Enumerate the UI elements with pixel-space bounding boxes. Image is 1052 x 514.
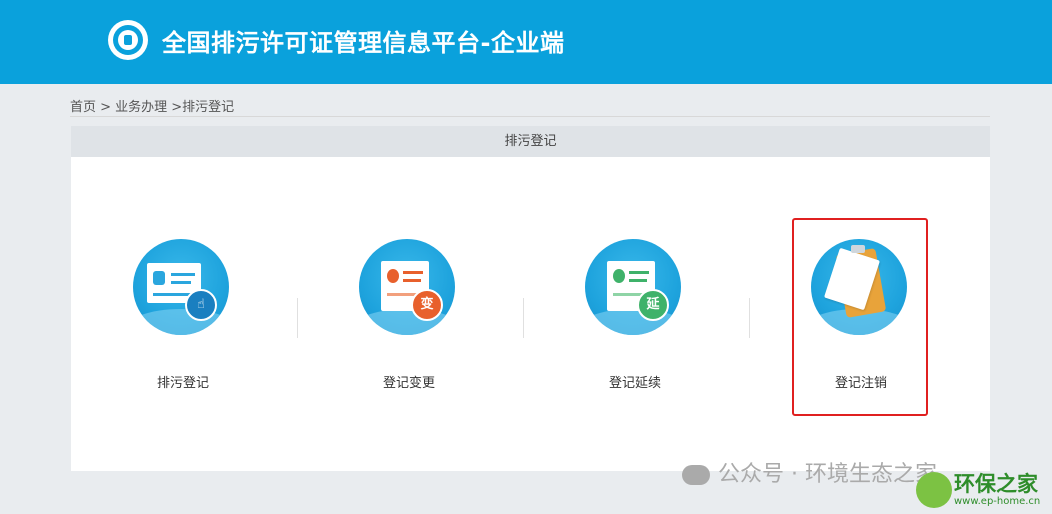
highlight-box [792,218,928,416]
card-divider [749,298,750,338]
breadcrumb[interactable]: 首页 > 业务办理 >排污登记 [70,96,234,115]
extend-badge: 延 [637,289,669,321]
card-label[interactable]: 登记变更 [309,372,509,391]
card-registration-change[interactable]: 变 登记变更 [309,234,509,414]
site-title: 全国排污许可证管理信息平台-企业端 [162,29,565,57]
wechat-icon [682,465,710,485]
leaf-logo-icon [916,472,952,508]
card-label[interactable]: 排污登记 [83,372,283,391]
brand-name: 环保之家 [954,472,1038,496]
watermark-text: 公众号 · 环境生态之家 [718,462,937,487]
certificate-change-icon[interactable]: 变 [359,239,455,335]
breadcrumb-divider [70,116,990,117]
panel-title: 排污登记 [71,126,990,157]
watermark: 公众号 · 环境生态之家 [682,456,937,488]
card-divider [297,298,298,338]
brand-watermark: 环保之家 www.ep-home.cn [912,466,1052,514]
change-badge: 变 [411,289,443,321]
card-divider [523,298,524,338]
certificate-extend-icon[interactable]: 延 [585,239,681,335]
card-registration-extension[interactable]: 延 登记延续 [535,234,735,414]
card-label[interactable]: 登记延续 [535,372,735,391]
brand-url: www.ep-home.cn [954,496,1041,507]
top-header: 全国排污许可证管理信息平台-企业端 [0,0,1052,84]
emblem-logo-icon[interactable] [108,20,148,60]
card-pollution-registration[interactable]: ☝ 排污登记 [83,234,283,414]
registration-card-hand-icon[interactable]: ☝ [133,239,229,335]
